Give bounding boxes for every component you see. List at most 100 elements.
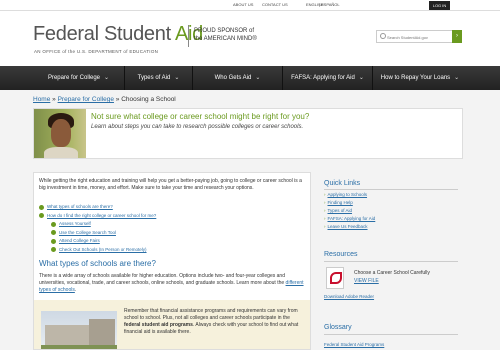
nav-repay-loans[interactable]: How to Repay Your Loans ⌄ <box>373 66 467 90</box>
callout-bold: federal student aid programs <box>124 322 193 328</box>
section-text: There is a wide array of schools availab… <box>39 273 285 286</box>
divider <box>324 261 458 262</box>
callout-pre: Remember that financial assistance progr… <box>124 308 298 321</box>
chevron-down-icon: ⌄ <box>358 75 364 81</box>
quick-link-label[interactable]: Finding Help <box>328 200 353 205</box>
quick-link-label[interactable]: Leave Us Feedback <box>328 224 368 229</box>
quick-links-list: › Applying to Schools › Finding Help › Type… <box>324 191 375 231</box>
toc-link[interactable]: Use the College Search Tool <box>59 229 116 238</box>
quick-link[interactable]: › FAFSA: Applying for Aid <box>324 215 375 223</box>
campus-photo <box>41 311 117 349</box>
photo-shirt <box>44 147 78 158</box>
quick-link[interactable]: › Finding Help <box>324 199 375 207</box>
quick-link-label[interactable]: Types of Aid <box>328 208 353 213</box>
logo-word-student: Student <box>103 23 175 45</box>
language-separator: | <box>319 2 321 7</box>
photo-ground <box>41 345 117 349</box>
logo-word-federal: Federal <box>33 23 104 45</box>
pdf-swoosh <box>330 272 342 284</box>
sponsor-line-2: the AMERICAN MIND® <box>194 36 257 42</box>
nav-label: Types of Aid <box>137 75 171 81</box>
quick-link[interactable]: › Leave Us Feedback <box>324 223 375 231</box>
arrow-icon: › <box>324 208 326 213</box>
logo-divider <box>188 25 189 47</box>
nav-types-of-aid[interactable]: Types of Aid ⌄ <box>125 66 193 90</box>
toc-item[interactable]: What types of schools are there? <box>39 203 156 212</box>
breadcrumb: Home » Prepare for College » Choosing a … <box>33 96 176 103</box>
breadcrumb-separator: » <box>50 96 58 103</box>
bullet-icon <box>51 230 56 236</box>
search-icon <box>380 33 386 39</box>
main-nav: Prepare for College ⌄ Types of Aid ⌄ Who G… <box>0 66 500 90</box>
bullet-icon <box>51 247 56 253</box>
bullet-icon <box>51 221 56 227</box>
toc-item[interactable]: Assess Yourself <box>39 220 156 229</box>
quick-link[interactable]: › Applying to Schools <box>324 191 375 199</box>
quick-link-label[interactable]: FAFSA: Applying for Aid <box>328 216 376 221</box>
resource-title: Choose a Career School Carefully <box>354 270 430 276</box>
toc-link[interactable]: What types of schools are there? <box>47 203 113 212</box>
section-title: What types of schools are there? <box>39 259 156 268</box>
toc-item[interactable]: Use the College Search Tool <box>39 229 156 238</box>
toc-item[interactable]: How do I find the right college or caree… <box>39 212 156 221</box>
sponsor-text: PROUD SPONSOR of the AMERICAN MIND® <box>194 27 257 43</box>
nav-prepare-for-college[interactable]: Prepare for College ⌄ <box>33 66 125 90</box>
breadcrumb-current: Choosing a School <box>121 96 176 103</box>
search-input[interactable] <box>387 33 449 41</box>
nav-fafsa[interactable]: FAFSA: Applying for Aid ⌄ <box>283 66 373 90</box>
hero-title: Not sure what college or career school m… <box>91 112 310 121</box>
adobe-reader-link[interactable]: Download Adobe Reader <box>324 294 374 299</box>
divider <box>324 334 458 335</box>
glossary-link[interactable]: Federal Student Aid Programs <box>324 342 384 347</box>
toc-link[interactable]: Assess Yourself <box>59 220 91 229</box>
about-us-link[interactable]: ABOUT US <box>233 2 253 7</box>
resources-title: Resources <box>324 251 358 258</box>
toc-item[interactable]: Attend College Fairs <box>39 237 156 246</box>
callout-box: Remember that financial assistance progr… <box>34 300 310 349</box>
breadcrumb-prepare[interactable]: Prepare for College <box>58 96 114 103</box>
hero-subtitle: Learn about steps you can take to resear… <box>91 124 304 130</box>
nav-label: FAFSA: Applying for Aid <box>291 75 355 81</box>
view-file-link[interactable]: VIEW FILE <box>354 278 379 284</box>
quick-link[interactable]: › Types of Aid <box>324 207 375 215</box>
arrow-icon: › <box>324 216 326 221</box>
search-field[interactable] <box>376 30 453 43</box>
chevron-down-icon: ⌄ <box>174 75 180 81</box>
utility-bar: ABOUT US CONTACT US ENGLISH | ESPAÑOL LO… <box>0 0 500 11</box>
quick-links-title: Quick Links <box>324 180 361 187</box>
bullet-icon <box>51 238 56 244</box>
section-end: . <box>74 287 77 293</box>
table-of-contents: What types of schools are there? How do … <box>39 203 156 254</box>
quick-link-label[interactable]: Applying to Schools <box>328 192 368 197</box>
nav-label: Prepare for College <box>47 75 100 81</box>
nav-who-gets-aid[interactable]: Who Gets Aid ⌄ <box>193 66 283 90</box>
intro-paragraph: While getting the right education and tr… <box>39 178 302 191</box>
nav-label: How to Repay Your Loans <box>380 75 451 81</box>
bullet-icon <box>39 213 44 219</box>
sidebar: Quick Links › Applying to Schools › Findin… <box>319 172 463 350</box>
arrow-icon: › <box>324 192 326 197</box>
toc-link[interactable]: How do I find the right college or caree… <box>47 212 156 221</box>
espanol-link[interactable]: ESPAÑOL <box>321 2 340 7</box>
callout-text: Remember that financial assistance progr… <box>124 308 306 336</box>
site-logo[interactable]: Federal Student Aid <box>33 23 203 46</box>
hero-banner: Not sure what college or career school m… <box>33 108 463 159</box>
section-body: There is a wide array of schools availab… <box>39 273 307 294</box>
search-button[interactable]: › <box>452 30 462 43</box>
photo-building <box>45 325 93 347</box>
photo-face <box>51 119 71 147</box>
pdf-icon[interactable] <box>326 267 344 289</box>
toc-link[interactable]: Check Out Schools (In Person or Remotely… <box>59 246 147 255</box>
resource-text: Choose a Career School Carefully VIEW FI… <box>354 269 430 285</box>
login-button[interactable]: LOG IN <box>429 1 450 10</box>
contact-us-link[interactable]: CONTACT US <box>262 2 288 7</box>
site-header: Federal Student Aid AN OFFICE of the U.S… <box>0 11 500 66</box>
divider <box>324 189 458 190</box>
toc-item[interactable]: Check Out Schools (In Person or Remotely… <box>39 246 156 255</box>
sponsor-line-1: PROUD SPONSOR of <box>194 28 255 34</box>
chevron-down-icon: ⌄ <box>255 75 261 81</box>
glossary-title: Glossary <box>324 324 352 331</box>
nav-label: Who Gets Aid <box>214 75 252 81</box>
breadcrumb-home[interactable]: Home <box>33 96 50 103</box>
toc-link[interactable]: Attend College Fairs <box>59 237 100 246</box>
